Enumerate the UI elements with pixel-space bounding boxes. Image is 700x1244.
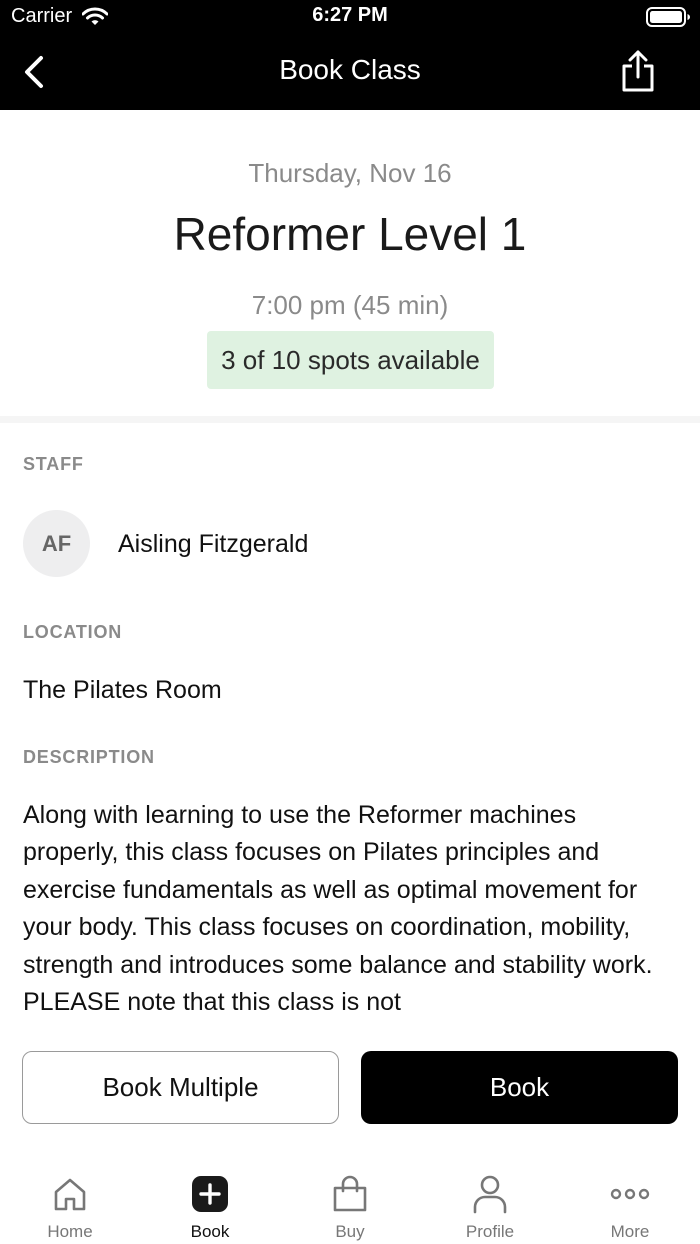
status-time: 6:27 PM xyxy=(312,4,388,26)
plus-square-icon xyxy=(190,1174,230,1214)
class-description: Along with learning to use the Reformer … xyxy=(23,801,653,1013)
staff-name[interactable]: Aisling Fitzgerald xyxy=(118,530,308,559)
class-name: Reformer Level 1 xyxy=(173,208,527,260)
home-icon xyxy=(50,1174,90,1214)
shopping-bag-icon xyxy=(330,1174,370,1214)
class-date: Thursday, Nov 16 xyxy=(248,158,452,188)
tab-book-label: Book xyxy=(190,1222,230,1241)
class-time: 7:00 pm (45 min) xyxy=(251,290,449,320)
tab-more-label: More xyxy=(610,1222,650,1241)
page-title: Book Class xyxy=(279,54,421,85)
spots-available-badge: 3 of 10 spots available xyxy=(207,331,494,389)
tab-home-label: Home xyxy=(47,1222,93,1241)
location-label: LOCATION xyxy=(23,622,123,642)
person-icon xyxy=(470,1174,510,1214)
more-dots-icon xyxy=(610,1174,650,1214)
tab-more[interactable]: More xyxy=(560,1158,700,1244)
class-summary: Thursday, Nov 16 Reformer Level 1 7:00 p… xyxy=(0,110,700,416)
staff-label: STAFF xyxy=(23,454,84,474)
description-label: DESCRIPTION xyxy=(23,747,155,767)
tab-buy[interactable]: Buy xyxy=(280,1158,420,1244)
share-icon xyxy=(622,50,654,92)
tab-home[interactable]: Home xyxy=(0,1158,140,1244)
navigation-bar: Book Class xyxy=(0,36,700,110)
tab-profile[interactable]: Profile xyxy=(420,1158,560,1244)
tab-buy-label: Buy xyxy=(335,1222,365,1241)
tab-bar: Home Book Buy Profile More xyxy=(0,1158,700,1244)
status-bar: Carrier 6:27 PM xyxy=(0,0,700,36)
share-button[interactable] xyxy=(616,46,660,96)
book-multiple-button[interactable]: Book Multiple xyxy=(22,1051,339,1124)
section-divider xyxy=(0,416,700,423)
app-header: Carrier 6:27 PM Book Class xyxy=(0,0,700,110)
battery-icon xyxy=(646,6,692,33)
tab-book[interactable]: Book xyxy=(140,1158,280,1244)
location-name: The Pilates Room xyxy=(23,676,222,704)
tab-profile-label: Profile xyxy=(465,1222,515,1241)
staff-avatar: AF xyxy=(23,510,90,577)
book-button[interactable]: Book xyxy=(361,1051,678,1124)
